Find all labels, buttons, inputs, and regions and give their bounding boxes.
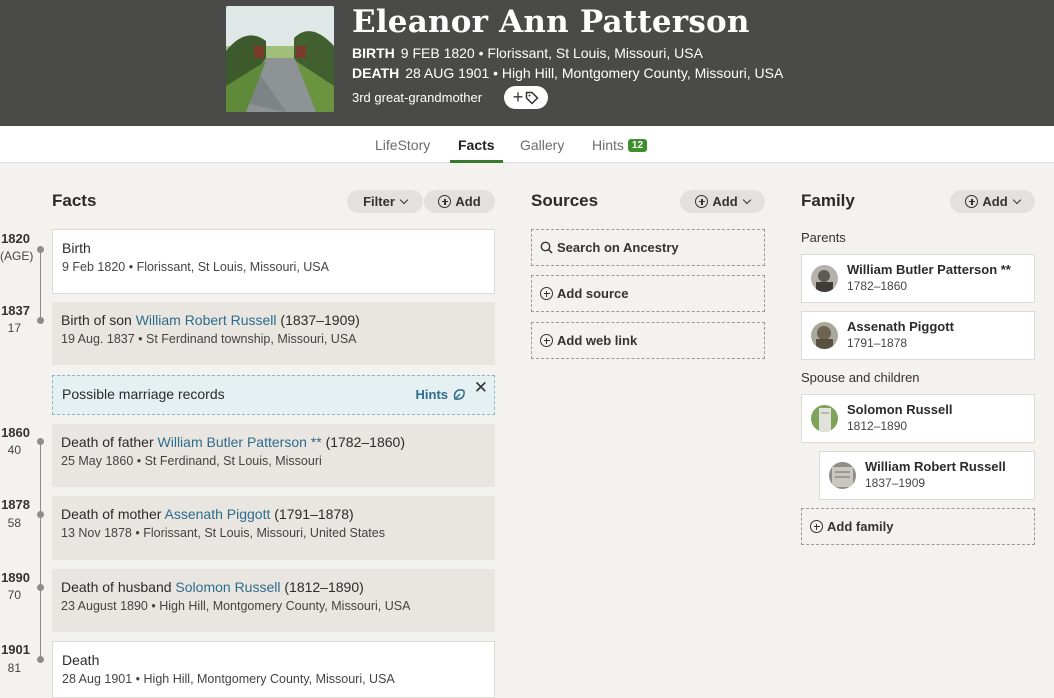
person-link[interactable]: William Butler Patterson **: [158, 434, 322, 450]
timeline-line: [40, 442, 41, 660]
plus-circle-icon: [810, 520, 823, 533]
timeline-line: [40, 249, 41, 321]
person-link[interactable]: William Robert Russell: [136, 312, 277, 328]
family-card-mother[interactable]: Assenath Piggott 1791–1878: [801, 311, 1035, 360]
plus-label: +: [512, 87, 524, 107]
plus-circle-icon: [965, 195, 979, 208]
death-summary: DEATH 28 AUG 1901 • High Hill, Montgomery…: [352, 65, 783, 81]
timeline-dot: [37, 656, 44, 663]
chevron-down-icon: [742, 195, 751, 204]
timeline-dot: [37, 317, 44, 324]
avatar: [811, 405, 838, 432]
fact-detail: 13 Nov 1878 • Florissant, St Louis, Miss…: [61, 526, 385, 540]
filter-button[interactable]: Filter: [347, 190, 423, 213]
timeline-year: 1860: [1, 425, 30, 440]
plus-circle-icon: [540, 334, 553, 347]
family-card-father[interactable]: William Butler Patterson ** 1782–1860: [801, 254, 1035, 303]
timeline-age: 58: [7, 516, 21, 530]
spouse-children-label: Spouse and children: [801, 370, 920, 385]
death-label: DEATH: [352, 65, 400, 81]
fact-card-death-of-mother[interactable]: Death of mother Assenath Piggott (1791–1…: [52, 496, 495, 560]
tab-lifestory[interactable]: LifeStory: [375, 137, 430, 163]
birth-label: BIRTH: [352, 45, 395, 61]
plus-circle-icon: [438, 195, 452, 208]
fact-card-death[interactable]: Death 28 Aug 1901 • High Hill, Montgomer…: [52, 641, 495, 698]
chevron-down-icon: [1012, 195, 1021, 204]
relationship-label: 3rd great-grandmother: [352, 90, 483, 105]
timeline-dot: [37, 584, 44, 591]
fact-card-birth[interactable]: Birth 9 Feb 1820 • Florissant, St Louis,…: [52, 229, 495, 294]
person-link[interactable]: Assenath Piggott: [165, 506, 271, 522]
timeline-age: (AGE): [0, 249, 34, 263]
family-title: Family: [801, 191, 855, 210]
fact-card-death-of-husband[interactable]: Death of husband Solomon Russell (1812–1…: [52, 569, 495, 632]
add-source-button[interactable]: Add source: [531, 275, 765, 312]
timeline-year: 1878: [1, 497, 30, 512]
fact-card-death-of-father[interactable]: Death of father William Butler Patterson…: [52, 424, 495, 487]
timeline-age: 70: [7, 588, 21, 602]
hints-link[interactable]: Hints: [416, 387, 467, 402]
hint-leaf-icon: [453, 388, 465, 400]
search-icon: [540, 241, 553, 254]
add-source-menu-button[interactable]: Add: [680, 190, 765, 213]
timeline-year: 1901: [1, 642, 30, 657]
profile-header: Eleanor Ann Patterson BIRTH 9 FEB 1820 • …: [0, 0, 1054, 126]
fact-detail: 9 Feb 1820 • Florissant, St Louis, Misso…: [62, 260, 329, 274]
avatar: [811, 322, 838, 349]
add-tag-button[interactable]: +: [504, 86, 548, 109]
timeline-age: 40: [7, 443, 21, 457]
close-hint-button[interactable]: ✕: [474, 378, 488, 398]
person-link[interactable]: Solomon Russell: [175, 579, 280, 595]
add-web-link-button[interactable]: Add web link: [531, 322, 765, 359]
fact-detail: 25 May 1860 • St Ferdinand, St Louis, Mi…: [61, 454, 322, 468]
family-card-spouse[interactable]: Solomon Russell 1812–1890: [801, 394, 1035, 443]
death-text: 28 AUG 1901 • High Hill, Montgomery Coun…: [405, 65, 784, 81]
tag-icon: [526, 91, 539, 105]
family-card-child[interactable]: William Robert Russell 1837–1909: [819, 451, 1035, 500]
facts-title: Facts: [52, 191, 97, 210]
fact-card-birth-of-son[interactable]: Birth of son William Robert Russell (183…: [52, 302, 495, 365]
profile-photo[interactable]: [226, 6, 334, 112]
hints-count-badge: 12: [627, 139, 648, 152]
timeline-year: 1837: [1, 303, 30, 318]
parents-label: Parents: [801, 230, 846, 245]
fact-detail: 28 Aug 1901 • High Hill, Montgomery Coun…: [62, 672, 395, 686]
tab-hints[interactable]: Hints 12: [592, 137, 648, 163]
add-fact-button[interactable]: Add: [424, 190, 495, 213]
timeline-age: 81: [7, 661, 21, 675]
fact-detail: 23 August 1890 • High Hill, Montgomery C…: [61, 599, 411, 613]
fact-detail: 19 Aug. 1837 • St Ferdinand township, Mi…: [61, 332, 357, 346]
sources-title: Sources: [531, 191, 599, 210]
timeline-dot: [37, 438, 44, 445]
avatar: [811, 265, 838, 292]
plus-circle-icon: [540, 287, 553, 300]
profile-tabs: LifeStory Facts Gallery Hints 12: [0, 126, 1054, 163]
add-family-button[interactable]: Add family: [801, 508, 1035, 545]
timeline-age: 17: [7, 321, 21, 335]
birth-summary: BIRTH 9 FEB 1820 • Florissant, St Louis, …: [352, 45, 703, 61]
timeline-year: 1820: [1, 231, 30, 246]
timeline-dot: [37, 511, 44, 518]
tab-gallery[interactable]: Gallery: [520, 137, 564, 163]
marriage-hint-card[interactable]: Possible marriage records Hints ✕: [52, 375, 495, 415]
avatar: [829, 462, 856, 489]
search-on-ancestry-button[interactable]: Search on Ancestry: [531, 229, 765, 266]
tab-facts[interactable]: Facts: [450, 137, 503, 163]
plus-circle-icon: [695, 195, 709, 208]
chevron-down-icon: [399, 195, 409, 204]
timeline-dot: [37, 246, 44, 253]
add-family-menu-button[interactable]: Add: [950, 190, 1035, 213]
birth-text: 9 FEB 1820 • Florissant, St Louis, Misso…: [400, 45, 703, 61]
profile-name: Eleanor Ann Patterson: [352, 4, 750, 40]
timeline-year: 1890: [1, 570, 30, 585]
